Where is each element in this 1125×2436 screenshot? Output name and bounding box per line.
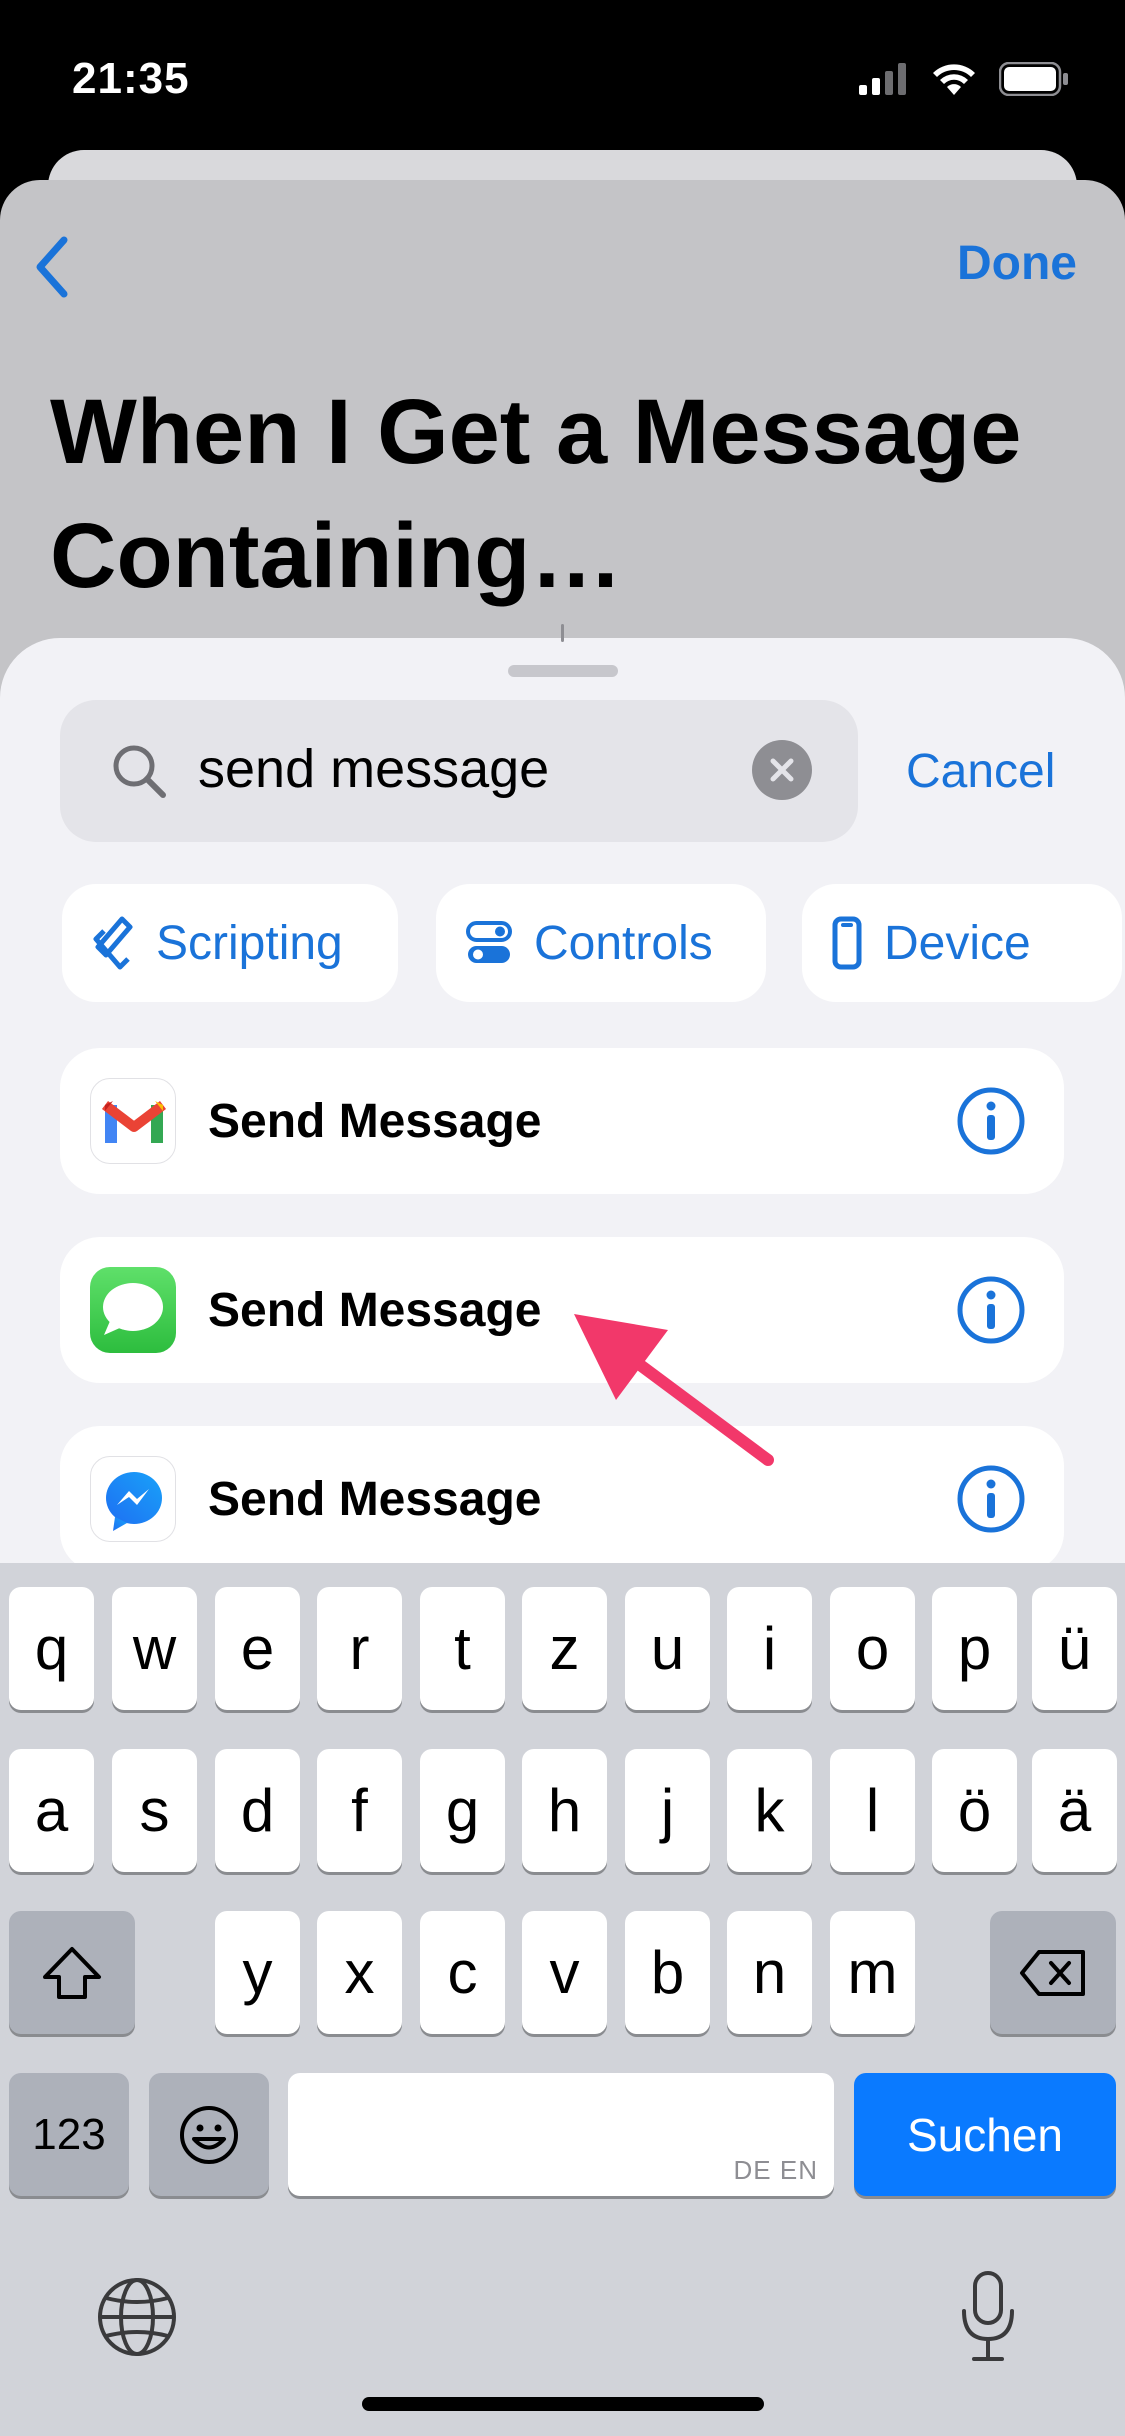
shift-icon [43, 1946, 101, 1999]
key-j[interactable]: j [625, 1749, 710, 1872]
key-v[interactable]: v [522, 1911, 607, 2034]
info-icon[interactable] [956, 1275, 1026, 1345]
home-indicator[interactable] [362, 2397, 764, 2411]
category-chip-label: Scripting [156, 916, 343, 970]
clear-search-button[interactable] [752, 740, 812, 800]
key-s[interactable]: s [112, 1749, 197, 1872]
key-g[interactable]: g [420, 1749, 505, 1872]
key-i[interactable]: i [727, 1587, 812, 1710]
category-chip-label: Controls [534, 916, 713, 970]
phone-icon [832, 916, 862, 970]
scripting-icon [93, 916, 133, 970]
key-k[interactable]: k [727, 1749, 812, 1872]
key-a-umlaut[interactable]: ä [1032, 1749, 1117, 1872]
key-a[interactable]: a [9, 1749, 94, 1872]
info-icon[interactable] [956, 1086, 1026, 1156]
sheet-grabber[interactable] [508, 665, 618, 677]
key-n[interactable]: n [727, 1911, 812, 2034]
key-o[interactable]: o [830, 1587, 915, 1710]
result-row-gmail-send-message[interactable]: Send Message [60, 1048, 1064, 1194]
key-o-umlaut[interactable]: ö [932, 1749, 1017, 1872]
numbers-key[interactable]: 123 [9, 2073, 129, 2196]
back-button[interactable] [22, 232, 82, 302]
chevron-left-icon [36, 236, 68, 298]
search-key[interactable]: Suchen [854, 2073, 1116, 2196]
key-q[interactable]: q [9, 1587, 94, 1710]
key-p[interactable]: p [932, 1587, 1017, 1710]
close-icon [770, 758, 794, 782]
microphone-icon[interactable] [958, 2269, 1018, 2365]
key-w[interactable]: w [112, 1587, 197, 1710]
category-chip-device[interactable]: Device [802, 884, 1122, 1002]
key-f[interactable]: f [317, 1749, 402, 1872]
delete-key[interactable] [990, 1911, 1116, 2034]
backspace-icon [1020, 1949, 1085, 1996]
page-title: When I Get a Message Containing… [50, 381, 1022, 607]
search-input[interactable]: send message [198, 738, 549, 800]
key-b[interactable]: b [625, 1911, 710, 2034]
messages-icon [90, 1267, 176, 1353]
messenger-icon [90, 1456, 176, 1542]
status-bar: 21:35 [0, 0, 1125, 160]
globe-icon[interactable] [96, 2276, 178, 2358]
result-label: Send Message [208, 1095, 542, 1148]
key-y[interactable]: y [215, 1911, 300, 2034]
result-label: Send Message [208, 1284, 542, 1337]
toggle-icon [466, 921, 512, 963]
result-label: Send Message [208, 1473, 542, 1526]
key-z[interactable]: z [522, 1587, 607, 1710]
battery-icon [999, 62, 1068, 96]
key-u-umlaut[interactable]: ü [1032, 1587, 1117, 1710]
info-icon[interactable] [956, 1464, 1026, 1534]
key-l[interactable]: l [830, 1749, 915, 1872]
key-x[interactable]: x [317, 1911, 402, 2034]
key-c[interactable]: c [420, 1911, 505, 2034]
emoji-key[interactable] [149, 2073, 269, 2196]
gmail-icon [90, 1078, 176, 1164]
space-key[interactable]: DE EN [288, 2073, 834, 2196]
key-t[interactable]: t [420, 1587, 505, 1710]
category-chips: Scripting Controls Device [62, 884, 1125, 1002]
wifi-icon [933, 64, 975, 95]
category-chip-scripting[interactable]: Scripting [62, 884, 398, 1002]
category-chip-controls[interactable]: Controls [436, 884, 766, 1002]
cellular-signal-icon [859, 63, 906, 95]
key-e[interactable]: e [215, 1587, 300, 1710]
key-d[interactable]: d [215, 1749, 300, 1872]
key-u[interactable]: u [625, 1587, 710, 1710]
status-icons [859, 62, 1069, 96]
status-time: 21:35 [72, 54, 190, 103]
cancel-button[interactable]: Cancel [906, 744, 1055, 799]
key-h[interactable]: h [522, 1749, 607, 1872]
search-icon [113, 745, 166, 798]
done-button[interactable]: Done [957, 236, 1077, 291]
key-m[interactable]: m [830, 1911, 915, 2034]
emoji-icon [180, 2105, 238, 2164]
sheet-connector [561, 624, 564, 642]
key-r[interactable]: r [317, 1587, 402, 1710]
shift-key[interactable] [9, 1911, 135, 2034]
keyboard: q w e r t z u i o p ü a s d f g h j k l … [0, 1563, 1125, 2436]
annotation-arrow [574, 1314, 774, 1466]
language-hint: DE EN [733, 2155, 818, 2185]
category-chip-label: Device [884, 916, 1031, 970]
